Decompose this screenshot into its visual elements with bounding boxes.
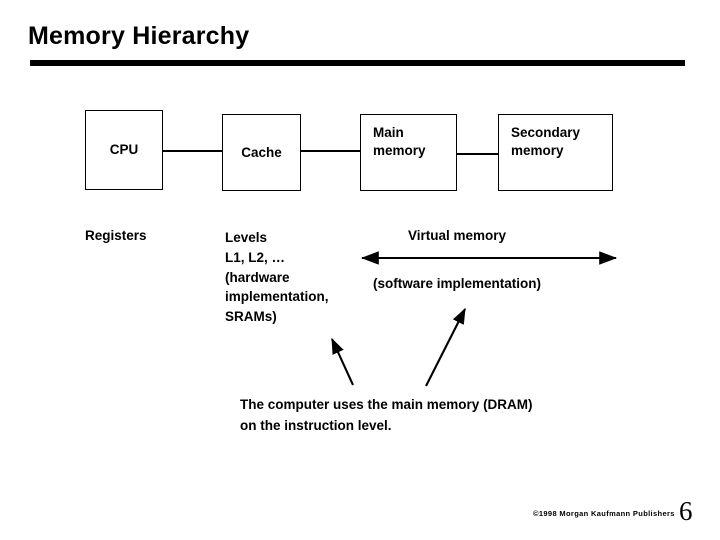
arrow-layer	[331, 251, 618, 387]
page-title: Memory Hierarchy	[28, 22, 250, 50]
diagram-box-secondary-memory-label: Secondary memory	[511, 125, 581, 158]
label-software-implementation: (software implementation)	[373, 276, 542, 291]
arrow-to-levels	[331, 337, 354, 386]
arrow-to-main-memory	[425, 307, 466, 387]
label-cache-levels-block: Levels L1, L2, … (hardware implementatio…	[225, 230, 329, 325]
diagram-box-cache-label: Cache	[241, 144, 282, 160]
connector-main-memory-secondary-memory	[456, 153, 499, 155]
label-registers: Registers	[85, 228, 147, 243]
diagram-box-main-memory-label: Main memory	[373, 125, 426, 158]
diagram-box-cpu-label: CPU	[109, 142, 139, 158]
title-divider-rule	[30, 60, 685, 66]
page-number: 6	[679, 496, 693, 526]
diagram-box-main-memory: Main memory	[360, 114, 457, 191]
slide-canvas: Memory Hierarchy CPU Cache Main memory S…	[0, 0, 720, 540]
diagram-box-cpu: CPU	[85, 110, 163, 190]
diagram-box-secondary-memory: Secondary memory	[498, 114, 613, 191]
label-virtual-memory: Virtual memory	[408, 228, 507, 243]
bottom-note-text: The computer uses the main memory (DRAM)…	[240, 397, 533, 433]
footer-copyright: ©1998 Morgan Kaufmann Publishers	[533, 509, 675, 518]
diagram-box-cache: Cache	[222, 114, 301, 191]
connector-cpu-cache	[162, 150, 223, 152]
connector-cache-main-memory	[300, 150, 361, 152]
